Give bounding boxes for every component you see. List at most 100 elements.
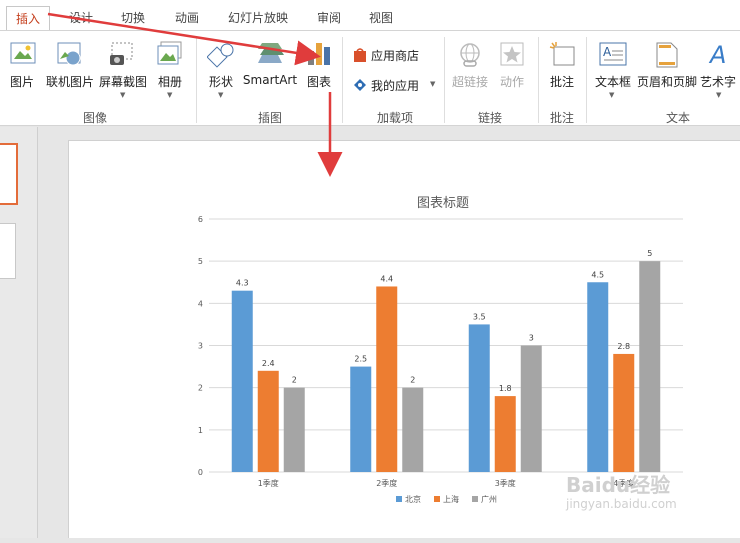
chart-title: 图表标题: [417, 196, 469, 211]
picture-button[interactable]: 图片: [2, 37, 42, 101]
my-apps-icon: [354, 79, 366, 91]
chevron-down-icon: ▼: [430, 80, 436, 88]
textbox-icon: A: [599, 42, 627, 66]
album-icon: [157, 41, 182, 65]
y-tick-label: 5: [198, 257, 203, 266]
data-label: 1.8: [499, 384, 512, 393]
tab-review[interactable]: 审阅: [308, 6, 350, 30]
chart-bar[interactable]: [283, 387, 305, 472]
hyperlink-label: 超链接: [451, 75, 488, 89]
data-label: 2: [410, 376, 415, 385]
chart-button[interactable]: 图表: [300, 37, 338, 101]
header-footer-button[interactable]: 页眉和页脚: [636, 37, 698, 101]
legend-swatch: [434, 496, 440, 502]
chart-bar[interactable]: [494, 396, 516, 472]
hyperlink-icon: [460, 43, 480, 67]
store-button[interactable]: 应用商店: [350, 45, 442, 65]
legend-swatch: [472, 496, 478, 502]
slide-thumbnail[interactable]: [0, 223, 16, 279]
slide-canvas: 图表标题 0 1 2 3 4 5 6 4.3 2.4 2 2.5 4.4 2 3.5 1.8 3 4.5 2.8…: [68, 140, 740, 538]
wordart-button[interactable]: A 艺术字 ▼: [700, 37, 740, 111]
x-tick-label: 3季度: [495, 478, 516, 488]
header-footer-icon: [656, 42, 678, 68]
group-separator: [586, 37, 587, 123]
shapes-button[interactable]: 形状 ▼: [202, 37, 240, 111]
chart-bar[interactable]: [520, 345, 542, 473]
my-apps-button[interactable]: 我的应用 ▼: [350, 75, 442, 95]
data-label: 2.5: [354, 355, 367, 364]
screenshot-label: 屏幕截图: [98, 75, 147, 89]
tab-slideshow[interactable]: 幻灯片放映: [220, 6, 296, 30]
store-icon: [354, 48, 366, 62]
slide-thumbnail-selected[interactable]: [0, 143, 18, 205]
watermark-brand: Baidu经验: [566, 473, 671, 497]
data-label: 4.4: [380, 274, 393, 283]
group-label-illustrations: 插图: [257, 111, 282, 125]
chevron-down-icon: ▼: [218, 91, 224, 99]
chart-bar[interactable]: [468, 324, 490, 472]
hyperlink-button[interactable]: 超链接: [450, 37, 490, 101]
chevron-down-icon: ▼: [609, 91, 615, 99]
comment-button[interactable]: 批注: [542, 37, 582, 101]
group-label-links: 链接: [477, 111, 502, 125]
group-label-addins: 加载项: [376, 111, 413, 125]
chart-bar[interactable]: [376, 286, 398, 472]
group-label-text: 文本: [665, 111, 690, 125]
wordart-icon: A: [708, 41, 726, 69]
my-apps-label: 我的应用: [371, 79, 420, 93]
chevron-down-icon: ▼: [716, 91, 722, 99]
ribbon: 图片 联机图片 屏幕截图 ▼ 相册 ▼ 图像 形状 ▼ SmartArt 图表 …: [0, 30, 740, 126]
comment-icon: [549, 42, 575, 66]
legend-label: 北京: [405, 494, 421, 504]
online-picture-icon: [57, 42, 81, 66]
tab-insert[interactable]: 插入: [6, 6, 50, 30]
data-label: 5: [647, 249, 652, 258]
chart-bar[interactable]: [613, 353, 635, 472]
group-separator: [444, 37, 445, 123]
online-picture-button[interactable]: 联机图片: [44, 37, 96, 101]
group-label-images: 图像: [82, 111, 107, 125]
chevron-down-icon: ▼: [167, 91, 173, 99]
y-tick-label: 2: [198, 384, 203, 393]
smartart-button[interactable]: SmartArt: [242, 37, 298, 101]
group-separator: [196, 37, 197, 123]
chart-icon: [308, 43, 330, 65]
y-tick-label: 1: [198, 426, 203, 435]
group-label-comments: 批注: [549, 111, 574, 125]
tab-view[interactable]: 视图: [360, 6, 402, 30]
data-label: 4.5: [591, 270, 604, 279]
chart-bar[interactable]: [257, 370, 279, 472]
smartart-label: SmartArt: [242, 73, 298, 87]
textbox-button[interactable]: A 文本框 ▼: [590, 37, 636, 111]
svg-text:A: A: [603, 45, 612, 59]
album-button[interactable]: 相册 ▼: [152, 37, 188, 111]
chart-bar[interactable]: [402, 387, 424, 472]
y-tick-label: 0: [198, 468, 203, 477]
picture-label: 图片: [9, 75, 34, 89]
comment-label: 批注: [549, 75, 574, 89]
tab-design[interactable]: 设计: [60, 6, 102, 30]
chevron-down-icon: ▼: [120, 91, 126, 99]
data-label: 2: [292, 376, 297, 385]
action-button[interactable]: 动作: [492, 37, 532, 101]
data-label: 2.8: [617, 342, 630, 351]
tab-animations[interactable]: 动画: [166, 6, 208, 30]
screenshot-button[interactable]: 屏幕截图 ▼: [96, 37, 150, 111]
picture-icon: [10, 42, 36, 64]
y-tick-label: 3: [198, 342, 203, 351]
chart-bar[interactable]: [639, 261, 661, 472]
legend-label: 上海: [443, 494, 459, 504]
online-picture-label: 联机图片: [45, 75, 94, 89]
chart-label: 图表: [306, 75, 331, 89]
chart-bar[interactable]: [231, 290, 253, 472]
group-separator: [538, 37, 539, 123]
data-label: 2.4: [262, 359, 275, 368]
header-footer-label: 页眉和页脚: [636, 75, 697, 89]
chart-bar[interactable]: [587, 282, 609, 472]
tab-transitions[interactable]: 切换: [112, 6, 154, 30]
data-label: 3.5: [473, 312, 486, 321]
legend-label: 广州: [481, 494, 497, 504]
chart-bar[interactable]: [350, 366, 372, 472]
store-label: 应用商店: [371, 49, 420, 63]
group-separator: [342, 37, 343, 123]
